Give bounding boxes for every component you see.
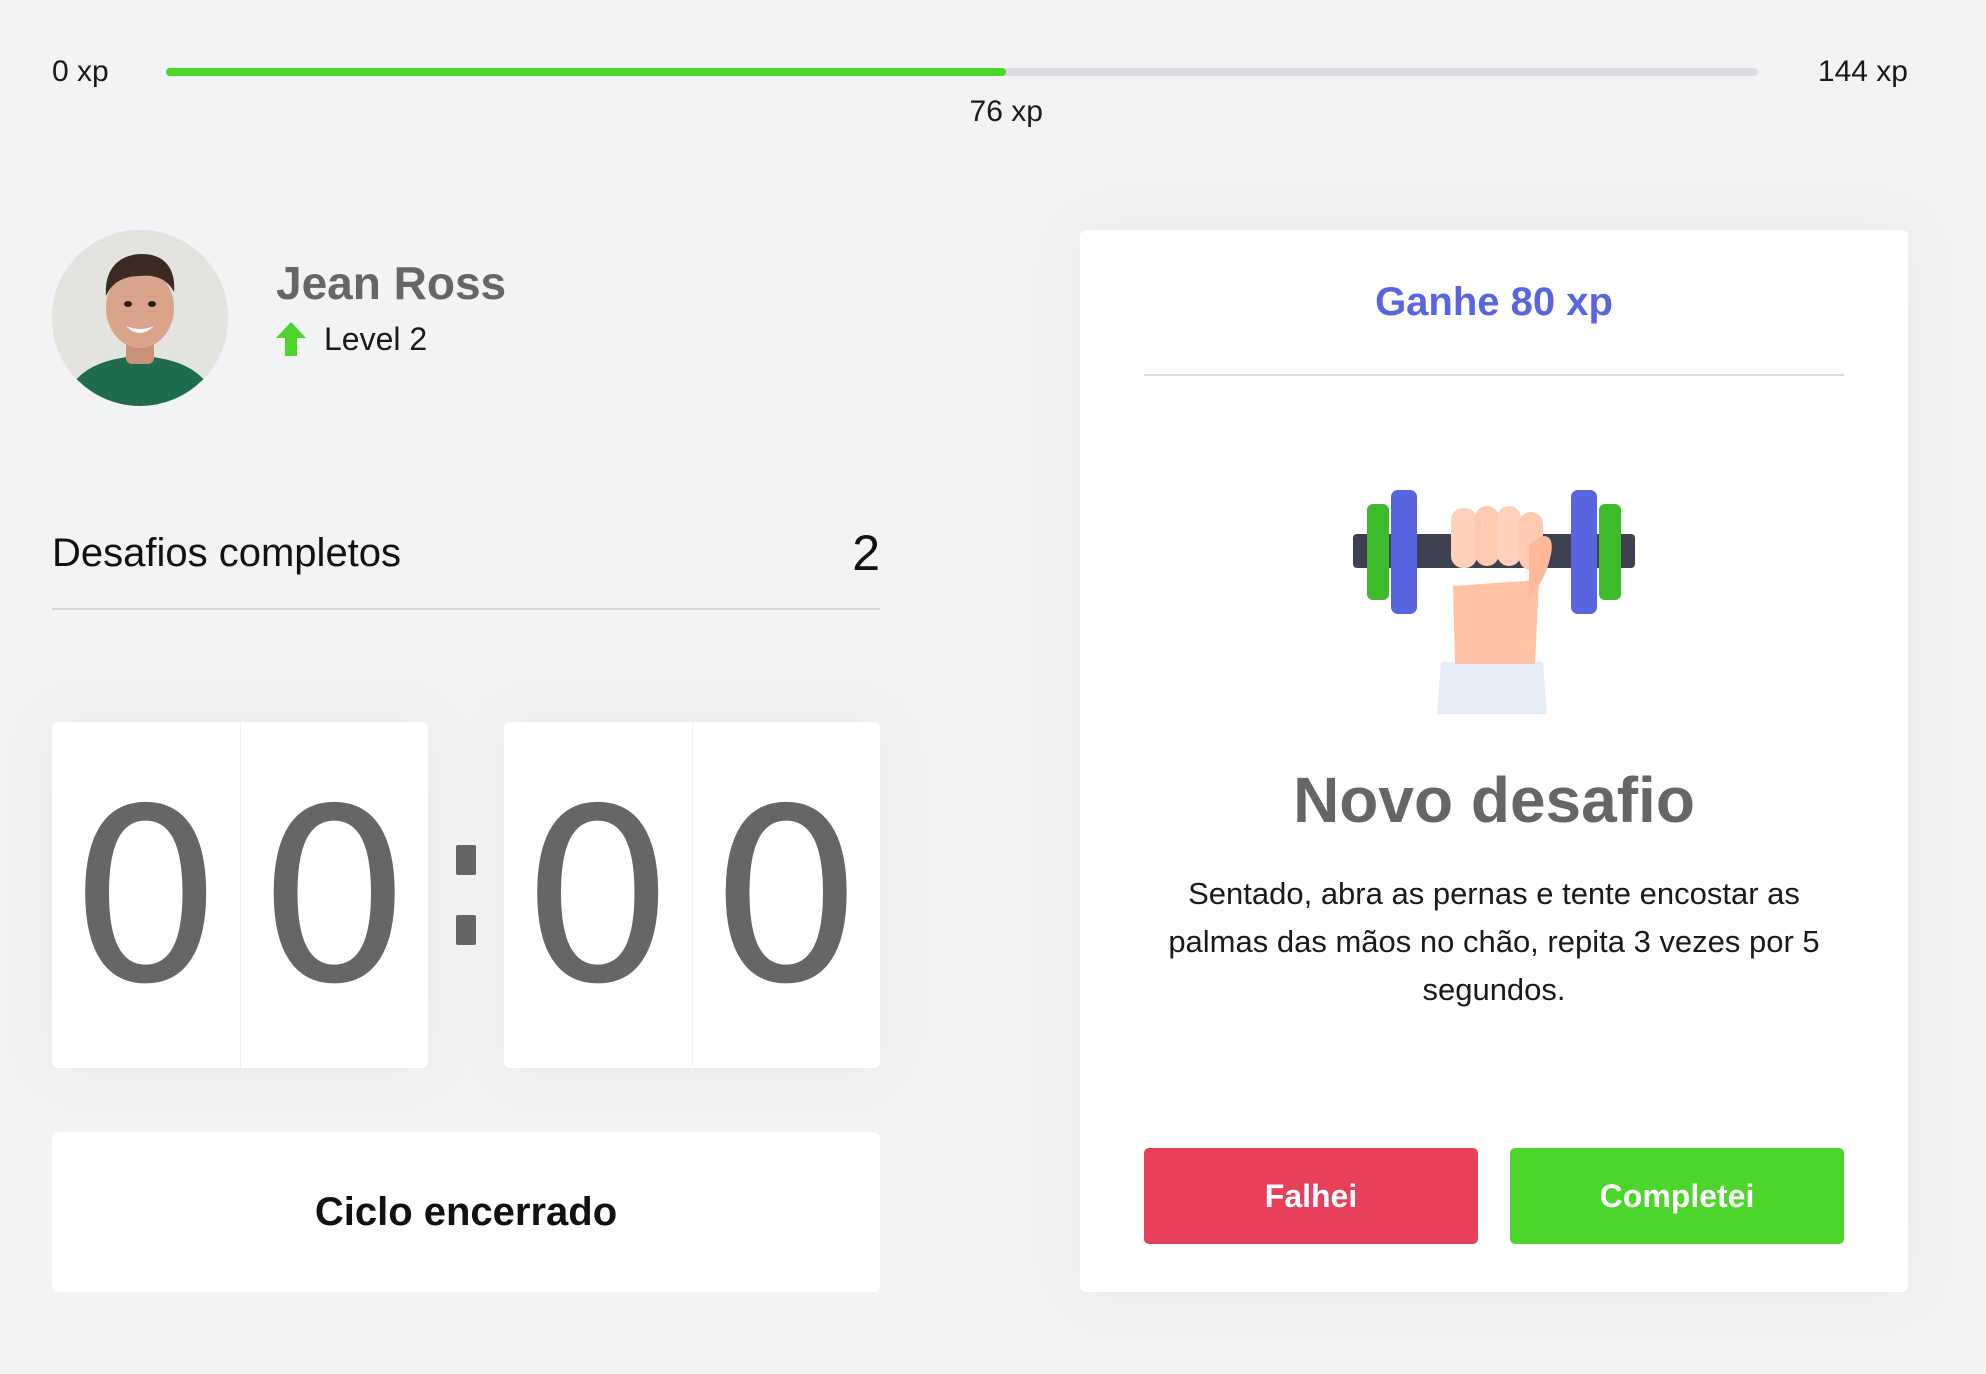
seconds-card: 0 0	[504, 722, 880, 1068]
profile: Jean Ross Level 2	[52, 230, 506, 406]
countdown: 0 0 0 0	[52, 722, 880, 1068]
xp-current-label: 76 xp	[969, 95, 1043, 128]
minute-digit-left: 0	[69, 757, 223, 1037]
profile-info: Jean Ross Level 2	[276, 255, 506, 358]
cycle-ended-button[interactable]: Ciclo encerrado	[52, 1132, 880, 1292]
countdown-separator	[428, 722, 504, 1068]
completed-challenges-label: Desafios completos	[52, 530, 402, 575]
xp-min-label: 0 xp	[52, 55, 109, 88]
xp-progress-fill	[166, 68, 1007, 76]
minute-digit-right: 0	[239, 722, 429, 1068]
minutes-card: 0 0	[52, 722, 428, 1068]
experience-bar: 0 xp 76 xp 144 xp	[52, 52, 1908, 142]
xp-track	[166, 68, 1758, 76]
arrow-up-icon	[276, 322, 306, 356]
user-name: Jean Ross	[276, 256, 507, 309]
colon-dot-bottom	[456, 915, 476, 945]
dumbbell-icon	[1353, 490, 1635, 714]
user-avatar-icon	[52, 230, 228, 406]
challenge-title: Novo desafio	[1293, 764, 1695, 836]
completed-challenges: Desafios completos 2	[52, 510, 880, 610]
challenge-actions: Falhei Completei	[1144, 1148, 1844, 1244]
avatar	[52, 230, 228, 406]
challenge-header: Ganhe 80 xp	[1144, 230, 1844, 376]
failed-button[interactable]: Falhei	[1144, 1148, 1478, 1244]
completed-button[interactable]: Completei	[1510, 1148, 1844, 1244]
challenge-description: Sentado, abra as pernas e tente encostar…	[1168, 876, 1820, 1007]
colon-dot-top	[456, 845, 476, 875]
second-digit-left: 0	[521, 757, 675, 1037]
challenge-body: Novo desafio Sentado, abra as pernas e t…	[1144, 376, 1844, 1014]
completed-challenges-count: 2	[852, 525, 880, 581]
challenge-card: Ganhe 80 xp Novo desafio Sentado, abra a…	[1080, 230, 1908, 1292]
level-label: Level 2	[324, 320, 428, 357]
level-row: Level 2	[276, 321, 506, 358]
xp-max-label: 144 xp	[1817, 55, 1908, 88]
second-digit-right: 0	[691, 722, 881, 1068]
challenge-reward: Ganhe 80 xp	[1375, 279, 1613, 324]
